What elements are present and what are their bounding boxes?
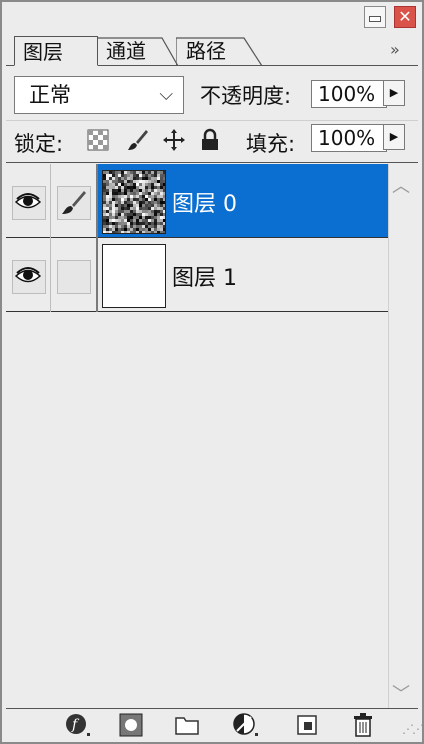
tab-paths[interactable]: 路径 xyxy=(176,36,263,66)
layer-row[interactable]: 图层 0 xyxy=(6,164,388,238)
eye-icon xyxy=(14,193,42,209)
opacity-label: 不透明度: xyxy=(200,84,292,108)
folder-icon[interactable] xyxy=(174,712,202,738)
fill-input[interactable]: 100% xyxy=(311,124,387,152)
padlock-icon[interactable] xyxy=(198,128,222,152)
visibility-cell[interactable] xyxy=(6,238,51,312)
layer-row[interactable]: 图层 1 xyxy=(6,238,388,312)
scroll-down-arrow-icon[interactable]: ﹀ xyxy=(392,680,410,706)
layer-style-icon[interactable]: f xyxy=(64,712,92,738)
blend-mode-value: 正常 xyxy=(29,83,71,107)
panel-title-bar xyxy=(0,0,424,34)
new-layer-icon[interactable] xyxy=(294,712,322,738)
close-button[interactable]: ✕ xyxy=(394,6,416,28)
scrollbar[interactable] xyxy=(388,164,418,708)
tab-bar: 图层 通道 路径 xyxy=(6,36,418,66)
brush-lock-icon[interactable] xyxy=(126,128,150,152)
tab-channels-label: 通道 xyxy=(106,39,146,63)
tab-layers[interactable]: 图层 xyxy=(14,36,98,66)
visibility-cell[interactable] xyxy=(6,164,51,238)
lock-label: 锁定: xyxy=(14,132,64,156)
visibility-toggle[interactable] xyxy=(12,260,46,294)
tab-paths-label: 路径 xyxy=(186,39,226,63)
blend-mode-select[interactable]: 正常 ⌵ xyxy=(14,76,184,114)
resize-grip-icon[interactable]: ⋰⋰ xyxy=(402,722,424,736)
fill-slider-button[interactable]: ▶ xyxy=(383,124,405,150)
scroll-up-arrow-icon[interactable]: ︿ xyxy=(392,172,410,198)
opacity-slider-button[interactable]: ▶ xyxy=(383,80,405,106)
layer-thumbnail-noise xyxy=(102,170,166,234)
fill-label: 填充: xyxy=(246,132,296,156)
panel-menu-button[interactable]: » xyxy=(390,40,400,59)
tab-channels[interactable]: 通道 xyxy=(96,36,179,66)
layer-name: 图层 0 xyxy=(172,192,237,217)
chevron-down-icon: ⌵ xyxy=(159,84,173,105)
visibility-toggle[interactable] xyxy=(12,186,46,220)
layer-link-indicator xyxy=(57,260,91,294)
layer-paint-indicator xyxy=(57,186,91,220)
opacity-input[interactable]: 100% xyxy=(311,80,387,108)
tab-layers-label: 图层 xyxy=(23,40,63,64)
trash-icon[interactable] xyxy=(350,712,378,738)
divider xyxy=(6,120,418,121)
link-cell[interactable] xyxy=(50,238,98,312)
layer-mask-icon[interactable] xyxy=(118,712,146,738)
paintbrush-icon xyxy=(62,191,86,214)
layer-thumbnail-blank xyxy=(102,244,166,308)
link-cell[interactable] xyxy=(50,164,98,238)
adjustment-layer-icon[interactable] xyxy=(232,712,260,738)
eye-icon xyxy=(14,267,42,283)
move-lock-icon[interactable] xyxy=(162,128,186,152)
minimize-button[interactable] xyxy=(364,6,386,28)
layer-name: 图层 1 xyxy=(172,266,237,291)
transparency-lock-icon[interactable] xyxy=(86,128,110,152)
